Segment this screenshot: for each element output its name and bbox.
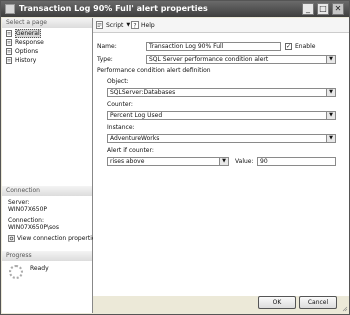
nav-item-response[interactable]: Response <box>6 38 44 46</box>
select-page-header: Select a page <box>2 18 92 28</box>
help-icon: ? <box>131 21 139 29</box>
page-icon <box>6 29 12 37</box>
name-input[interactable]: Transaction Log 90% Full <box>146 42 281 51</box>
minimize-button[interactable]: _ <box>302 3 314 15</box>
alert-if-select-value: rises above <box>110 158 145 165</box>
page-icon <box>6 38 12 46</box>
properties-icon <box>8 235 15 242</box>
page-icon <box>6 47 12 55</box>
maximize-button[interactable]: □ <box>317 3 329 15</box>
window-icon <box>5 4 15 14</box>
view-connection-properties-link[interactable]: View connection properties <box>8 235 99 242</box>
nav-item-label: History <box>15 56 37 64</box>
counter-select[interactable]: Percent Log Used ▼ <box>107 111 336 120</box>
chevron-down-icon: ▼ <box>219 158 228 165</box>
chevron-down-icon: ▼ <box>326 56 335 63</box>
object-label: Object: <box>107 78 129 85</box>
type-select-value: SQL Server performance condition alert <box>149 56 269 63</box>
chevron-down-icon: ▼ <box>326 135 335 142</box>
script-icon <box>96 21 103 29</box>
instance-label: Instance: <box>107 124 135 131</box>
instance-select-value: AdventureWorks <box>110 135 160 142</box>
left-pane: Select a page General Response Options H… <box>2 18 99 313</box>
server-value: WIN07X650P <box>8 206 48 213</box>
help-label: Help <box>141 21 155 29</box>
connection-header: Connection <box>2 186 92 196</box>
window-title: Transaction Log 90% Full' alert properti… <box>19 4 208 13</box>
nav-item-label: Response <box>15 38 44 46</box>
type-label: Type: <box>97 56 113 63</box>
svg-text:?: ? <box>133 23 136 30</box>
nav-item-label: Options <box>15 47 39 55</box>
name-label: Name: <box>97 43 117 50</box>
ok-button[interactable]: OK <box>258 296 296 309</box>
value-input[interactable]: 90 <box>257 157 336 166</box>
counter-select-value: Percent Log Used <box>110 112 163 119</box>
progress-status: Ready <box>30 265 49 272</box>
view-connection-link-label: View connection properties <box>17 235 99 242</box>
script-button[interactable]: Script ▼ <box>96 21 130 29</box>
server-label: Server: <box>8 199 30 206</box>
close-button[interactable]: ✕ <box>332 3 344 15</box>
counter-label: Counter: <box>107 101 133 108</box>
help-button[interactable]: ? Help <box>131 21 155 29</box>
general-page: Script ▼ ? Help Name: Transaction Log 90… <box>93 18 349 296</box>
nav-item-options[interactable]: Options <box>6 47 38 55</box>
instance-select[interactable]: AdventureWorks ▼ <box>107 134 336 143</box>
nav-item-label: General <box>15 28 41 38</box>
script-label: Script <box>106 21 124 29</box>
chevron-down-icon: ▼ <box>326 112 335 119</box>
alert-properties-window: Transaction Log 90% Full' alert properti… <box>0 0 350 315</box>
dialog-footer: OK Cancel <box>93 296 349 313</box>
section-heading: Performance condition alert definition <box>97 67 211 74</box>
cancel-button[interactable]: Cancel <box>299 296 337 309</box>
chevron-down-icon: ▼ <box>126 22 131 28</box>
toolbar: Script ▼ ? Help <box>93 18 349 33</box>
alert-if-select[interactable]: rises above ▼ <box>107 157 229 166</box>
enable-label: Enable <box>295 43 316 50</box>
nav-item-history[interactable]: History <box>6 56 36 64</box>
enable-checkbox[interactable]: ✓ <box>285 43 292 50</box>
progress-spinner-icon <box>9 265 23 279</box>
chevron-down-icon: ▼ <box>326 89 335 96</box>
value-label: Value: <box>235 158 254 165</box>
connection-label: Connection: <box>8 217 44 224</box>
object-select[interactable]: SQLServer:Databases ▼ <box>107 88 336 97</box>
progress-header: Progress <box>2 251 92 261</box>
title-bar[interactable]: Transaction Log 90% Full' alert properti… <box>1 1 349 17</box>
page-icon <box>6 56 12 64</box>
type-select[interactable]: SQL Server performance condition alert ▼ <box>146 55 336 64</box>
object-select-value: SQLServer:Databases <box>110 89 176 96</box>
resize-grip-icon[interactable] <box>342 306 348 312</box>
alert-if-label: Alert if counter: <box>107 147 154 154</box>
nav-item-general[interactable]: General <box>6 28 41 38</box>
connection-value: WIN07X650P\sos <box>8 224 59 231</box>
